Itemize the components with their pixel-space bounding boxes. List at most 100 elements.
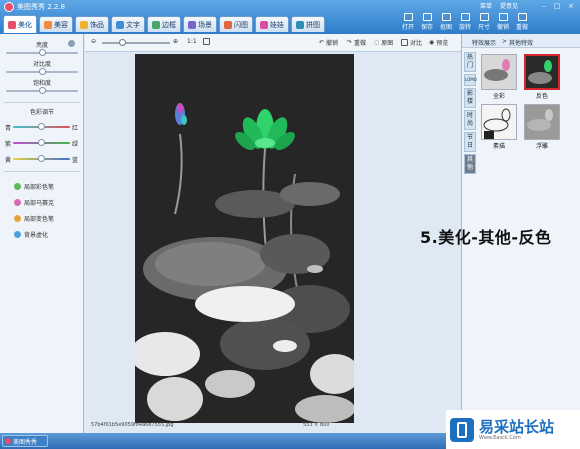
flash-icon bbox=[224, 20, 232, 29]
zoom-knob[interactable] bbox=[119, 39, 126, 46]
tab-festival[interactable]: 节日 bbox=[464, 132, 476, 152]
zoom-toolbar: ⊖ ⊕ 1:1 ↶ 撤销 ↷ 重做 ◌ 原图 对比 ◉ 预览 bbox=[85, 34, 461, 52]
tab-other[interactable]: 其他 bbox=[464, 154, 476, 174]
green-label: 绿 bbox=[72, 141, 79, 148]
effect-thumb-emboss[interactable] bbox=[524, 104, 560, 140]
menu-link[interactable]: 菜单 bbox=[480, 2, 492, 12]
taskbar-app-item[interactable]: 美图秀秀 bbox=[2, 435, 48, 447]
inverted-lotus-photo[interactable] bbox=[135, 54, 354, 423]
yellow-blue-knob[interactable] bbox=[38, 155, 45, 162]
tab-hot[interactable]: 热门 bbox=[464, 52, 476, 72]
tab-flash[interactable]: 闪图 bbox=[219, 16, 253, 32]
effect-label-emboss: 浮雕 bbox=[535, 143, 548, 150]
effect-label-fullcolor: 全彩 bbox=[492, 93, 505, 100]
breadcrumb-other[interactable]: 其他特效 bbox=[509, 38, 533, 47]
cutout-icon bbox=[441, 13, 451, 21]
tab-text[interactable]: 文字 bbox=[111, 16, 145, 32]
file-name: 57b4f01b5e9059f84a6e7555.jpg bbox=[91, 422, 174, 428]
photo-content bbox=[135, 54, 354, 423]
original-link[interactable]: ◌ 原图 bbox=[374, 38, 393, 47]
effect-label-invert: 反色 bbox=[535, 93, 548, 100]
border-icon bbox=[152, 20, 160, 29]
save-button[interactable]: 保存 bbox=[418, 13, 436, 33]
blue-label: 蓝 bbox=[72, 157, 79, 164]
breadcrumb-effects[interactable]: 特效展示 bbox=[472, 38, 496, 47]
purple-label: 紫 bbox=[5, 141, 12, 148]
accessory-icon bbox=[80, 20, 88, 29]
redo-icon bbox=[517, 13, 527, 21]
mosaic-icon bbox=[14, 199, 21, 206]
brightness-label: 亮度 bbox=[35, 42, 48, 49]
text-icon bbox=[116, 20, 124, 29]
reset-icon[interactable] bbox=[68, 40, 75, 47]
tab-collage[interactable]: 拼图 bbox=[291, 16, 325, 32]
saturation-knob[interactable] bbox=[38, 87, 46, 94]
background-blur-button[interactable]: 背景虚化 bbox=[14, 230, 48, 239]
feedback-link[interactable]: 提意见 bbox=[500, 2, 518, 12]
site-watermark: 易采站长站 Www.Easck.Com bbox=[446, 410, 580, 449]
yellow-label: 黄 bbox=[5, 157, 12, 164]
preview-link[interactable]: ◉ 预览 bbox=[429, 38, 448, 47]
undo-button[interactable]: 撤销 bbox=[494, 13, 512, 33]
red-label: 红 bbox=[72, 125, 79, 132]
tab-lomo[interactable]: LOMO bbox=[464, 74, 477, 86]
sketch-preview bbox=[482, 105, 516, 139]
tab-border[interactable]: 边框 bbox=[147, 16, 181, 32]
cyan-red-knob[interactable] bbox=[38, 123, 45, 130]
cyan-label: 青 bbox=[5, 125, 12, 132]
canvas-area: ⊖ ⊕ 1:1 ↶ 撤销 ↷ 重做 ◌ 原图 对比 ◉ 预览 57b4f01b5… bbox=[85, 34, 461, 433]
app-title: 美图秀秀 2.2.8 bbox=[17, 3, 66, 11]
main-toolbar: 打开 保存 抠图 旋转 尺寸 撤销 重做 bbox=[399, 13, 531, 33]
local-recolor-pen-button[interactable]: 局部变色笔 bbox=[14, 214, 54, 223]
fit-screen-icon[interactable] bbox=[203, 38, 210, 45]
effect-thumb-invert[interactable] bbox=[524, 54, 560, 90]
undo-link[interactable]: ↶ 撤销 bbox=[319, 38, 338, 47]
watermark-url: Www.Easck.Com bbox=[479, 434, 521, 441]
compare-link[interactable]: 对比 bbox=[401, 38, 422, 47]
undo-icon bbox=[498, 13, 508, 21]
contrast-knob[interactable] bbox=[38, 68, 46, 75]
tab-fashion[interactable]: 时尚 bbox=[464, 110, 476, 130]
effect-thumb-fullcolor[interactable] bbox=[481, 54, 517, 90]
redo-link[interactable]: ↷ 重做 bbox=[347, 38, 366, 47]
redo-button[interactable]: 重做 bbox=[513, 13, 531, 33]
rotate-icon bbox=[460, 13, 470, 21]
resize-button[interactable]: 尺寸 bbox=[475, 13, 493, 33]
purple-green-knob[interactable] bbox=[38, 139, 45, 146]
maximize-button[interactable]: □ bbox=[552, 2, 562, 10]
save-icon bbox=[422, 13, 432, 21]
cosmetic-icon bbox=[44, 20, 52, 29]
open-button[interactable]: 打开 bbox=[399, 13, 417, 33]
minimize-button[interactable]: – bbox=[539, 2, 549, 10]
saturation-label: 饱和度 bbox=[32, 80, 51, 87]
effect-category-tabs: 热门 LOMO 影楼 时尚 节日 其他 bbox=[464, 52, 477, 176]
brightness-knob[interactable] bbox=[38, 49, 46, 56]
tutorial-caption: 5.美化-其他-反色 bbox=[420, 228, 552, 247]
invert-preview bbox=[526, 56, 558, 88]
tab-scene[interactable]: 场景 bbox=[183, 16, 217, 32]
original-icon: ◌ bbox=[374, 39, 380, 46]
status-bar: 57b4f01b5e9059f84a6e7555.jpg 553 × 800 bbox=[85, 419, 461, 433]
tab-beautify[interactable]: 美化 bbox=[3, 15, 37, 33]
image-dimensions: 553 × 800 bbox=[303, 422, 330, 428]
local-color-pen-button[interactable]: 局部彩色笔 bbox=[14, 182, 54, 191]
effect-thumb-sketch[interactable] bbox=[481, 104, 517, 140]
local-mosaic-button[interactable]: 局部马赛克 bbox=[14, 198, 54, 207]
divider bbox=[4, 171, 80, 172]
preview-icon: ◉ bbox=[429, 39, 435, 46]
tab-accessory[interactable]: 饰品 bbox=[75, 16, 109, 32]
cutout-button[interactable]: 抠图 bbox=[437, 13, 455, 33]
zoom-in-icon[interactable]: ⊕ bbox=[173, 38, 178, 45]
doll-icon bbox=[260, 20, 268, 29]
zoom-out-icon[interactable]: ⊖ bbox=[91, 38, 96, 45]
folder-icon bbox=[403, 13, 413, 21]
actual-size-button[interactable]: 1:1 bbox=[187, 38, 197, 45]
tab-studio[interactable]: 影楼 bbox=[464, 88, 476, 108]
tab-doll[interactable]: 娃娃 bbox=[255, 16, 289, 32]
tab-cosmetic[interactable]: 美容 bbox=[39, 16, 73, 32]
site-logo-icon bbox=[450, 417, 474, 442]
resize-icon bbox=[479, 13, 489, 21]
rotate-button[interactable]: 旋转 bbox=[456, 13, 474, 33]
zoom-slider[interactable] bbox=[102, 42, 170, 44]
close-button[interactable]: × bbox=[566, 2, 576, 10]
